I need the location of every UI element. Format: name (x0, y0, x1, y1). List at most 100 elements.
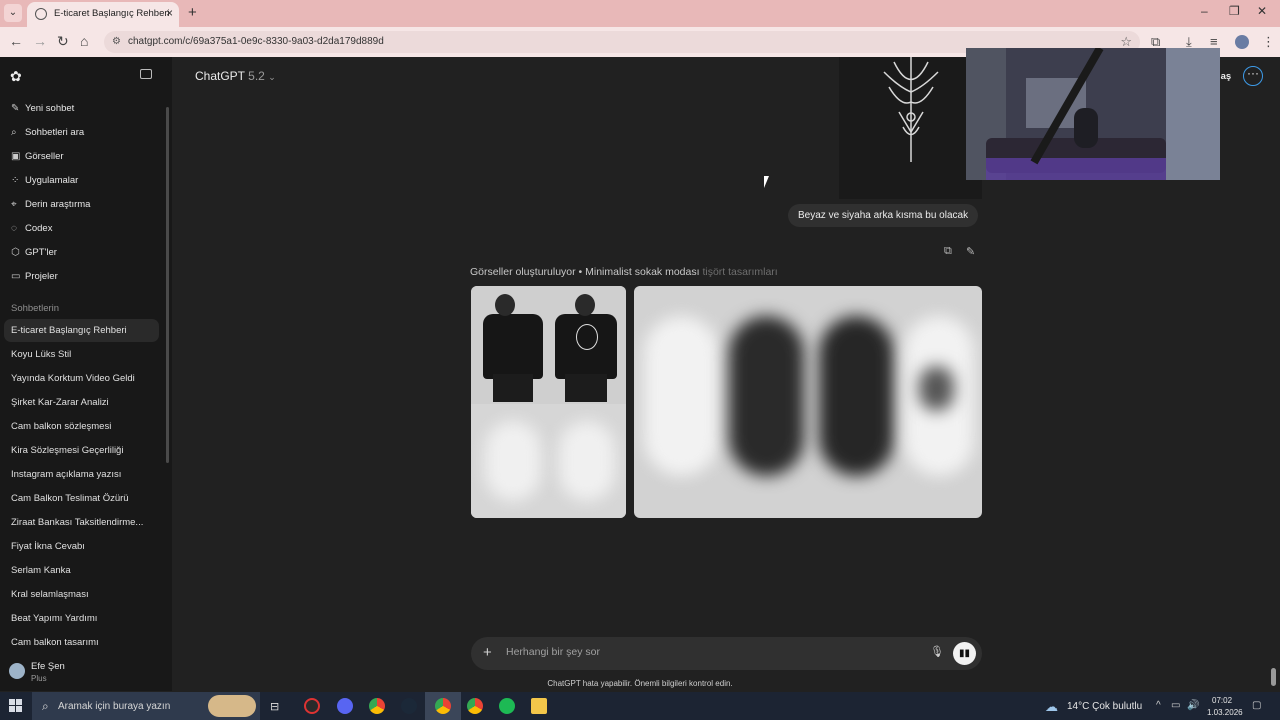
tribal-ornament-icon (883, 57, 939, 162)
webcam-overlay (966, 48, 1220, 180)
minimize-button[interactable]: – (1201, 4, 1208, 18)
more-options-button[interactable]: ··· (1243, 66, 1263, 86)
windows-taskbar: ⌕ Aramak için buraya yazın ⊟ ☁ 14°C Çok … (0, 692, 1280, 720)
clock-time[interactable]: 07:02 (1212, 696, 1232, 705)
sidebar-item-images[interactable]: ▣ Görseller (11, 151, 161, 169)
taskbar-search-placeholder: Aramak için buraya yazın (58, 701, 171, 712)
chat-item[interactable]: Koyu Lüks Stil (11, 349, 71, 360)
chatgpt-logo-icon[interactable]: ✿ (10, 68, 22, 85)
generated-image-2[interactable] (634, 286, 982, 518)
browser-tab-bar: ⌄ E-ticaret Başlangıç Rehberi × + – ❐ ✕ (0, 0, 1280, 27)
spotify-icon[interactable] (499, 698, 515, 714)
tab-close-icon[interactable]: × (166, 6, 173, 20)
sidebar-item-new-chat[interactable]: ✎ Yeni sohbet (11, 103, 161, 121)
sidebar-toggle-icon[interactable] (140, 69, 152, 79)
new-tab-button[interactable]: + (188, 4, 197, 21)
chevron-down-icon: ⌄ (268, 72, 276, 82)
voice-mode-button[interactable]: ▮▮ (953, 642, 976, 665)
sidebar-item-gpts[interactable]: ⬡ GPT'ler (11, 247, 161, 265)
generation-status-text: Görseller oluşturuluyor • Minimalist sok… (470, 266, 700, 278)
apps-icon: ⁘ (11, 175, 20, 186)
chat-item[interactable]: Kira Sözleşmesi Geçerliliği (11, 445, 123, 456)
start-button[interactable] (9, 699, 23, 713)
chrome-icon[interactable] (435, 698, 451, 714)
prompt-input[interactable] (506, 646, 926, 658)
sidebar-item-search-chats[interactable]: ⌕ Sohbetleri ara (11, 127, 161, 145)
site-info-icon[interactable]: ⚙ (112, 36, 121, 47)
app-icon-1[interactable] (304, 698, 320, 714)
chat-item[interactable]: Serlam Kanka (11, 565, 71, 576)
main-scrollbar[interactable] (1271, 668, 1276, 686)
folder-icon: ▭ (11, 271, 21, 282)
search-icon: ⌕ (11, 127, 17, 138)
chat-item[interactable]: Cam balkon sözleşmesi (11, 421, 111, 432)
reading-list-icon[interactable]: ≡ (1210, 34, 1218, 49)
profile-avatar[interactable] (1235, 35, 1249, 49)
chat-item[interactable]: Fiyat İkna Cevabı (11, 541, 85, 552)
avatar[interactable] (9, 663, 25, 679)
plus-icon[interactable]: + (483, 644, 492, 661)
sidebar-item-apps[interactable]: ⁘ Uygulamalar (11, 175, 161, 193)
network-icon[interactable]: ▭ (1171, 700, 1180, 711)
clock-date[interactable]: 1.03.2026 (1207, 708, 1243, 717)
sidebar-item-deep-research[interactable]: ⌖ Derin araştırma (11, 199, 161, 217)
file-explorer-icon[interactable] (531, 698, 547, 714)
user-message-bubble: Beyaz ve siyaha arka kısma bu olacak (788, 204, 979, 227)
chat-item[interactable]: Cam Balkon Teslimat Özürü (11, 493, 129, 504)
task-view-icon[interactable]: ⊟ (270, 700, 286, 716)
chrome-icon[interactable] (369, 698, 385, 714)
volume-icon[interactable]: 🔊 (1187, 700, 1199, 711)
forward-button[interactable]: → (33, 33, 47, 49)
sidebar-item-codex[interactable]: ◌ Codex (11, 223, 161, 241)
restore-button[interactable]: ❐ (1229, 4, 1240, 18)
sidebar-item-label: Yeni sohbet (25, 103, 75, 114)
weather-text[interactable]: 14°C Çok bulutlu (1067, 701, 1142, 712)
weather-cloud-icon[interactable]: ☁ (1045, 699, 1058, 715)
tray-chevron-icon[interactable]: ^ (1156, 700, 1161, 711)
sidebar-item-projects[interactable]: ▭ Projeler (11, 271, 161, 289)
chatgpt-favicon-icon (35, 8, 47, 20)
discord-icon[interactable] (337, 698, 353, 714)
reload-button[interactable]: ↻ (57, 33, 69, 50)
browser-tab-active[interactable]: E-ticaret Başlangıç Rehberi × (27, 2, 179, 27)
url-text: chatgpt.com/c/69a375a1-0e9c-8330-9a03-d2… (128, 36, 384, 47)
chat-item[interactable]: Beat Yapımı Yardımı (11, 613, 97, 624)
model-selector[interactable]: ChatGPT 5.2 ⌄ (195, 69, 276, 83)
microphone-icon[interactable]: 🎙 (930, 645, 944, 658)
sidebar-item-label: Sohbetleri ara (25, 127, 85, 138)
black-tshirt-front-shape (483, 314, 543, 379)
chrome-icon[interactable] (467, 698, 483, 714)
chat-item[interactable]: Instagram açıklama yazısı (11, 469, 121, 480)
home-button[interactable]: ⌂ (80, 33, 88, 49)
sidebar-scrollbar[interactable] (166, 107, 169, 463)
model-version: 5.2 (248, 69, 265, 83)
chat-item[interactable]: Cam balkon tasarımı (11, 637, 99, 648)
generated-image-1[interactable] (471, 286, 626, 518)
previous-image-attachment[interactable] (839, 57, 982, 199)
copy-icon[interactable]: ⧉ (944, 245, 952, 258)
chat-item[interactable]: Kral selamlaşması (11, 589, 89, 600)
generation-status-faded-text: tişört tasarımları (702, 266, 778, 278)
chat-item[interactable]: Ziraat Bankası Taksitlendirme... (11, 517, 143, 528)
generation-status: Görseller oluşturuluyor • Minimalist sok… (470, 266, 778, 278)
chat-item[interactable]: E-ticaret Başlangıç Rehberi (11, 325, 127, 336)
edit-icon: ✎ (11, 103, 20, 114)
taskbar-search[interactable]: ⌕ Aramak için buraya yazın (32, 692, 260, 720)
image-icon: ▣ (11, 151, 21, 162)
close-window-button[interactable]: ✕ (1257, 4, 1267, 18)
search-highlight-image (208, 695, 256, 717)
code-icon: ◌ (11, 223, 17, 234)
sidebar-item-label: Görseller (25, 151, 64, 162)
notification-icon[interactable]: ▢ (1252, 700, 1261, 711)
telescope-icon: ⌖ (11, 199, 17, 210)
tab-search-button[interactable]: ⌄ (4, 4, 22, 22)
chat-item[interactable]: Şirket Kar-Zarar Analizi (11, 397, 109, 408)
user-name[interactable]: Efe Şen (31, 661, 65, 672)
steam-icon[interactable] (401, 698, 417, 714)
sidebar-item-label: Projeler (25, 271, 58, 282)
browser-menu-icon[interactable]: ⋮ (1262, 34, 1275, 50)
chat-item[interactable]: Yayında Korktum Video Geldi (11, 373, 135, 384)
back-button[interactable]: ← (9, 33, 23, 49)
tab-title: E-ticaret Başlangıç Rehberi (54, 8, 170, 19)
edit-message-icon[interactable]: ✎ (966, 245, 975, 258)
